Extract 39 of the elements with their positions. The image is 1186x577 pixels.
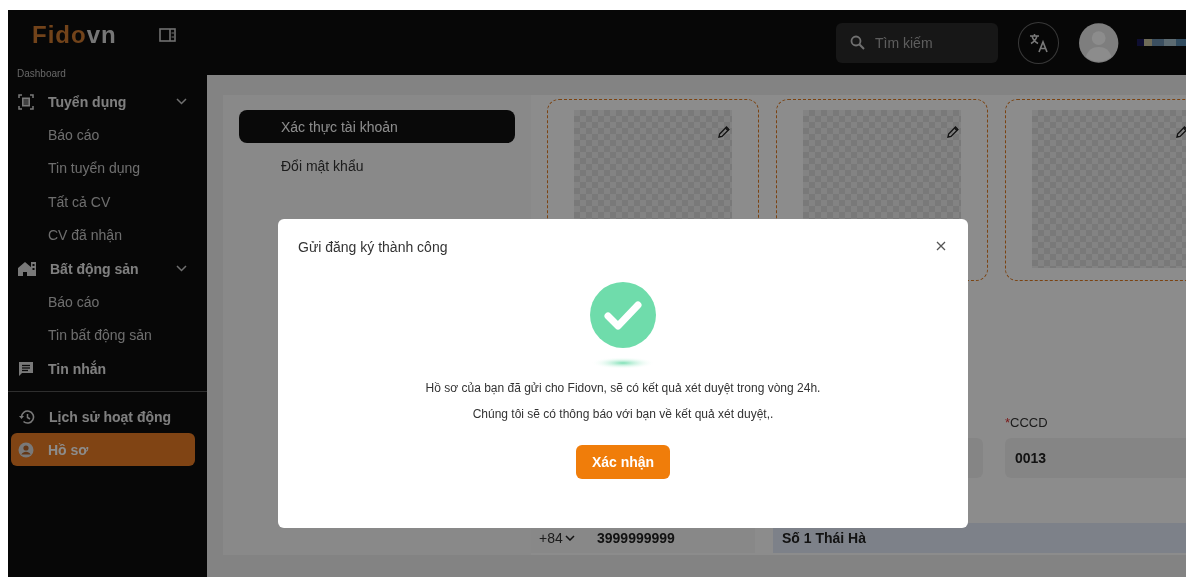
sidebar-subitem[interactable]: Tin bất động sản — [8, 318, 207, 352]
sidebar-subitem[interactable]: Tất cả CV — [8, 185, 207, 219]
settings-menu-item[interactable]: Xác thực tài khoản — [239, 110, 515, 143]
close-icon[interactable] — [936, 241, 946, 251]
translate-button[interactable] — [1018, 21, 1060, 64]
sidebar-subitem[interactable]: Báo cáo — [8, 285, 207, 319]
sidebar-item[interactable]: Lịch sử hoạt động — [11, 400, 195, 433]
sidebar-subitem[interactable]: Tin tuyển dụng — [8, 151, 207, 185]
message-icon — [18, 360, 34, 377]
confirm-button[interactable]: Xác nhận — [575, 445, 671, 479]
address-field[interactable]: Số 1 Thái Hà — [773, 523, 1186, 553]
caret-icon — [564, 535, 575, 541]
cccd-field[interactable]: 0013 — [1005, 438, 1186, 478]
sidebar-subitem[interactable]: Báo cáo — [8, 118, 207, 152]
dialog-message: Chúng tôi sẽ có thông báo với bạn về kết quả xét duyệt,. — [472, 406, 774, 423]
sidebar-item[interactable]: Tin nhắn — [11, 352, 195, 385]
sidebar-subitem[interactable]: CV đã nhận — [8, 218, 207, 252]
search-icon — [850, 34, 865, 50]
settings-menu-item[interactable]: Đổi mật khẩu — [239, 149, 515, 182]
sidebar-toggle-icon[interactable] — [158, 28, 176, 42]
sidebar-item[interactable]: Bất động sản — [11, 252, 195, 285]
redacted-username — [1136, 39, 1186, 46]
dialog-title: Gửi đăng ký thành công — [298, 239, 448, 255]
dialog-message: Hồ sơ của bạn đã gửi cho Fidovn, sẽ có kết quả xét duyệt trong vòng 24h. — [425, 380, 821, 397]
history-icon — [18, 408, 35, 425]
country-code-select[interactable]: +84 — [531, 530, 597, 546]
document-frame-icon — [18, 93, 34, 110]
avatar-icon[interactable] — [1079, 22, 1119, 63]
section-label: Dashboard — [16, 67, 67, 81]
search-field[interactable]: Tìm kiếm — [836, 22, 998, 63]
user-icon — [18, 441, 34, 458]
pencil-icon[interactable] — [718, 126, 730, 138]
field-label: *CCCD — [1005, 415, 1049, 430]
fidovn-logo: Fidovn — [32, 21, 117, 49]
pencil-icon[interactable] — [1176, 126, 1186, 138]
house-icon — [18, 261, 36, 276]
translate-icon — [1028, 32, 1049, 53]
pencil-icon[interactable] — [947, 126, 959, 138]
sidebar-item[interactable]: Tuyển dụng — [11, 85, 195, 118]
